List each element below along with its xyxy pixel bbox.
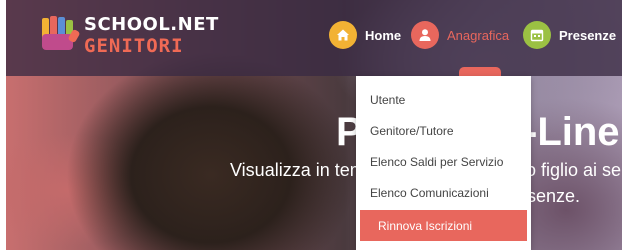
hand-logo-icon: [42, 16, 80, 50]
hero-subtitle-line2: senze.: [527, 186, 581, 206]
nav-anagrafica[interactable]: Anagrafica: [411, 20, 509, 50]
user-icon: [411, 21, 439, 49]
dropdown-item-utente[interactable]: Utente: [356, 84, 531, 115]
dropdown-item-elenco-saldi[interactable]: Elenco Saldi per Servizio: [356, 146, 531, 177]
dropdown-item-rinnova-iscrizioni[interactable]: Rinnova Iscrizioni: [360, 210, 527, 241]
home-icon: [329, 21, 357, 49]
calendar-icon: [523, 21, 551, 49]
dropdown-item-elenco-comunicazioni[interactable]: Elenco Comunicazioni: [356, 177, 531, 208]
top-navbar: SCHOOL.NET GENITORI Home Anagrafica Pres…: [6, 0, 622, 76]
nav-home[interactable]: Home: [329, 20, 401, 50]
hero-title-right: -Line: [524, 110, 620, 154]
anagrafica-dropdown: Utente Genitore/Tutore Elenco Saldi per …: [356, 76, 531, 250]
nav-presenze-label: Presenze: [559, 27, 617, 43]
logo-title: SCHOOL.NET: [84, 14, 219, 35]
logo-subtitle: GENITORI: [84, 35, 184, 57]
nav-anagrafica-label: Anagrafica: [447, 27, 510, 43]
page: P -Line Visualizza in temp o figlio ai s…: [6, 0, 622, 250]
hero-subtitle-right: o figlio ai serv: [526, 160, 622, 180]
nav-home-label: Home: [365, 27, 402, 43]
logo[interactable]: SCHOOL.NET GENITORI: [40, 12, 218, 62]
hero-subtitle-left: Visualizza in temp: [230, 160, 375, 180]
nav-presenze[interactable]: Presenze: [523, 20, 616, 50]
dropdown-item-genitore-tutore[interactable]: Genitore/Tutore: [356, 115, 531, 146]
